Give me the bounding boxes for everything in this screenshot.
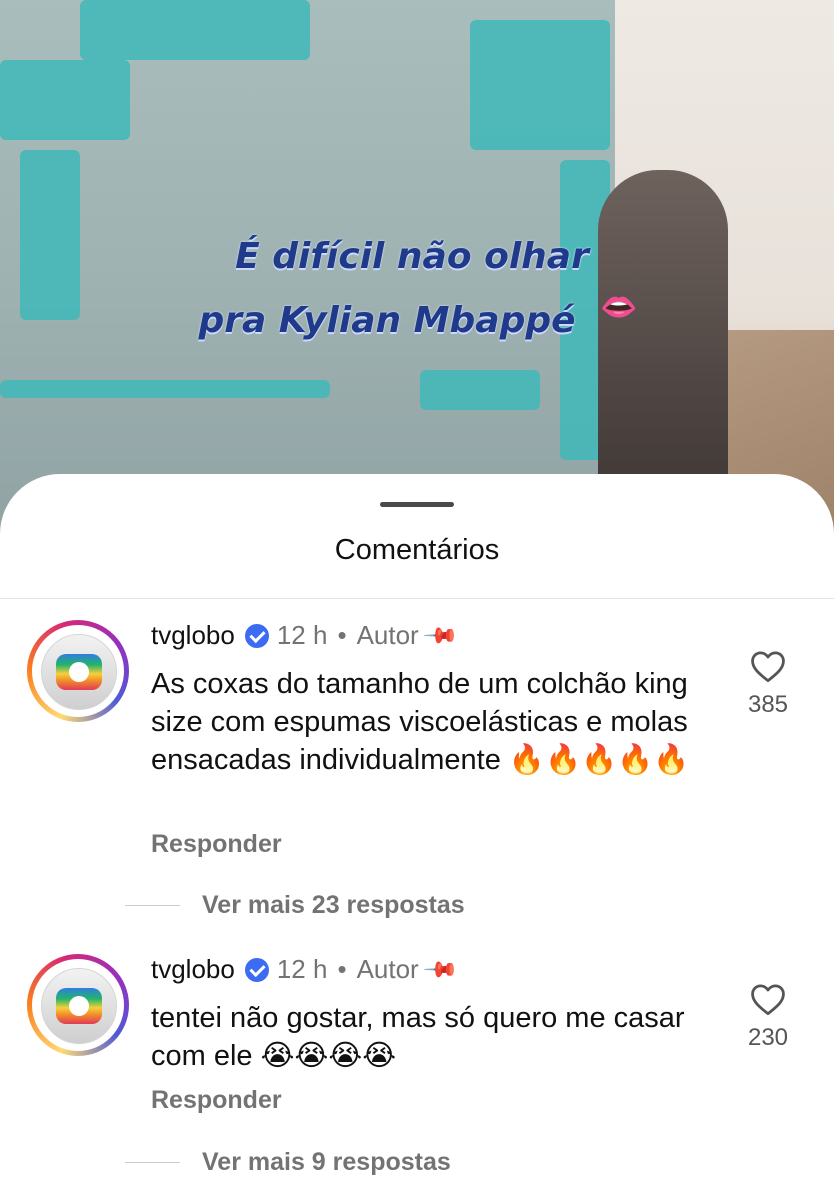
comment-meta: tvglobo 12 h • Autor 📌 bbox=[151, 617, 459, 654]
drag-handle[interactable] bbox=[380, 502, 454, 507]
paint-splash bbox=[420, 370, 540, 410]
sheet-title: Comentários bbox=[334, 534, 500, 566]
like-button[interactable]: 230 bbox=[730, 982, 806, 1052]
globo-logo bbox=[41, 634, 117, 710]
paint-splash bbox=[0, 60, 130, 140]
globo-logo-dot bbox=[69, 996, 89, 1016]
comment-time: 12 h bbox=[276, 620, 328, 650]
separator: • bbox=[337, 620, 347, 650]
separator: • bbox=[337, 954, 347, 984]
heart-icon bbox=[751, 651, 785, 683]
avatar[interactable] bbox=[27, 954, 129, 1056]
reply-button[interactable]: Responder bbox=[151, 830, 282, 859]
comment-meta: tvglobo 12 h • Autor 📌 bbox=[151, 951, 459, 988]
comment-text: tentei não gostar, mas só quero me casar… bbox=[151, 1002, 685, 1072]
avatar-ring-inner bbox=[32, 625, 124, 717]
heart-icon bbox=[751, 984, 785, 1016]
paint-splash bbox=[0, 380, 330, 398]
avatar-ring-inner bbox=[32, 959, 124, 1051]
comments-sheet: Comentários tvglobo 12 h • Autor 📌 As co… bbox=[0, 474, 834, 1200]
author-label: Autor bbox=[356, 620, 419, 650]
comment-time: 12 h bbox=[276, 954, 328, 984]
pin-icon: 📌 bbox=[422, 616, 460, 654]
paint-splash bbox=[470, 20, 610, 150]
like-count: 230 bbox=[747, 1024, 789, 1051]
verified-icon bbox=[244, 623, 269, 648]
pin-icon: 📌 bbox=[422, 950, 460, 988]
author-label: Autor bbox=[356, 954, 419, 984]
comment-text: As coxas do tamanho de um colchão king s… bbox=[151, 668, 690, 776]
like-count: 385 bbox=[747, 691, 789, 718]
username[interactable]: tvglobo bbox=[151, 620, 235, 651]
globo-logo bbox=[41, 968, 117, 1044]
view-more-replies[interactable]: Ver mais 23 respostas bbox=[202, 891, 465, 920]
verified-icon bbox=[244, 957, 269, 982]
paint-splash bbox=[80, 0, 310, 60]
video-caption-line1: É difícil não olhar bbox=[235, 236, 589, 277]
reply-button[interactable]: Responder bbox=[151, 1086, 282, 1115]
lips-emoji: 👄 bbox=[600, 291, 638, 324]
replies-line bbox=[125, 1162, 180, 1163]
avatar[interactable] bbox=[27, 620, 129, 722]
username[interactable]: tvglobo bbox=[151, 954, 235, 985]
globo-logo-dot bbox=[69, 662, 89, 682]
replies-line bbox=[125, 905, 180, 906]
video-caption-line2: pra Kylian Mbappé bbox=[198, 300, 576, 341]
like-button[interactable]: 385 bbox=[730, 649, 806, 719]
divider bbox=[0, 598, 834, 599]
view-more-replies[interactable]: Ver mais 9 respostas bbox=[202, 1148, 451, 1177]
paint-splash bbox=[20, 150, 80, 320]
